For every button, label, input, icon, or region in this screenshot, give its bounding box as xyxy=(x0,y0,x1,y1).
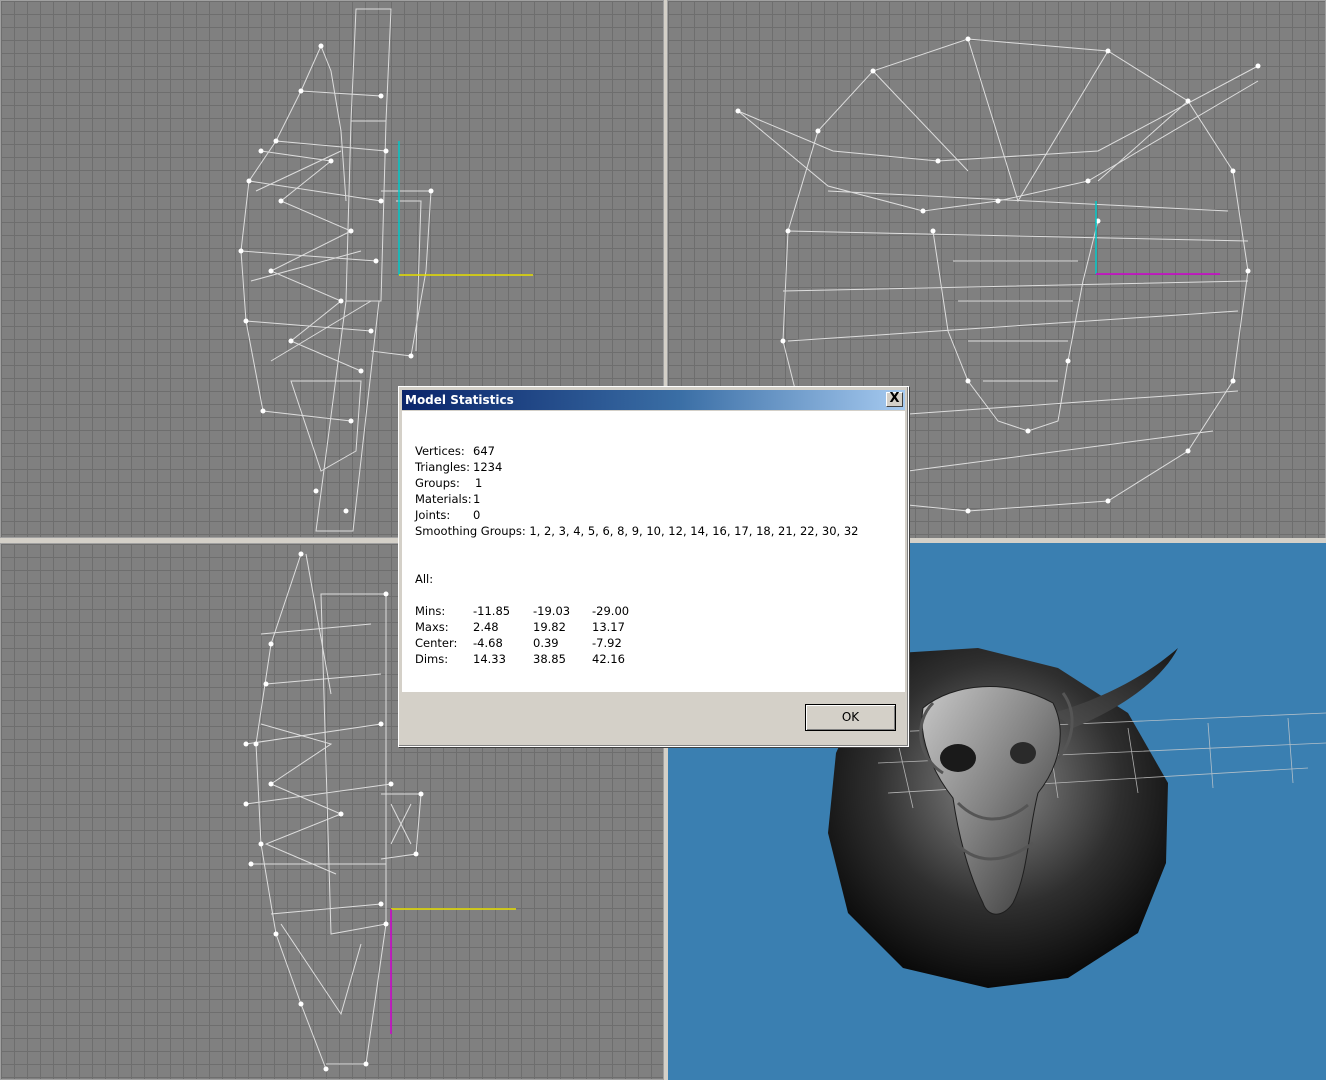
stat-triangles: Triangles: 1234 xyxy=(415,459,885,475)
stat-value: 1, 2, 3, 4, 5, 6, 8, 9, 10, 12, 14, 16, … xyxy=(529,524,859,538)
stat-label: Materials: xyxy=(415,492,472,506)
stat-x: -11.85 xyxy=(473,604,511,618)
stat-x: -4.68 xyxy=(473,636,503,650)
stats-panel: Vertices: 647 Triangles: 1234 Groups: 1 … xyxy=(415,443,885,667)
stat-label: Vertices: xyxy=(415,444,465,458)
stat-groups: Groups: 1 xyxy=(415,475,885,491)
close-icon[interactable]: X xyxy=(886,392,903,407)
stat-y: 0.39 xyxy=(533,636,559,650)
stat-label: Dims: xyxy=(415,652,449,666)
stat-z: 13.17 xyxy=(592,620,625,634)
section-label: All: xyxy=(415,572,434,586)
stat-z: -7.92 xyxy=(592,636,622,650)
dialog-title: Model Statistics xyxy=(405,393,514,407)
stat-y: -19.03 xyxy=(533,604,571,618)
stat-value: 1 xyxy=(473,492,481,506)
stat-mins: Mins: -11.85 -19.03 -29.00 xyxy=(415,603,885,619)
dialog-titlebar[interactable]: Model Statistics X xyxy=(402,390,905,410)
stat-vertices: Vertices: 647 xyxy=(415,443,885,459)
stat-z: 42.16 xyxy=(592,652,625,666)
stat-label: Triangles: xyxy=(415,460,471,474)
stat-value: 1234 xyxy=(473,460,503,474)
stat-materials: Materials: 1 xyxy=(415,491,885,507)
stat-joints: Joints: 0 xyxy=(415,507,885,523)
stat-smoothing-groups: Smoothing Groups: 1, 2, 3, 4, 5, 6, 8, 9… xyxy=(415,523,885,555)
stat-label: Joints: xyxy=(415,508,451,522)
stat-x: 14.33 xyxy=(473,652,506,666)
stat-value: 647 xyxy=(473,444,495,458)
stat-label: Groups: xyxy=(415,476,460,490)
model-statistics-dialog: Model Statistics X Vertices: 647 Triangl… xyxy=(398,386,909,747)
stat-label: Smoothing Groups: xyxy=(415,524,526,538)
stat-center: Center: -4.68 0.39 -7.92 xyxy=(415,635,885,651)
stat-value: 1 xyxy=(475,476,483,490)
stat-y: 19.82 xyxy=(533,620,566,634)
stat-value: 0 xyxy=(473,508,481,522)
stat-x: 2.48 xyxy=(473,620,499,634)
ok-button[interactable]: OK xyxy=(805,704,896,731)
stat-y: 38.85 xyxy=(533,652,566,666)
stat-label: Mins: xyxy=(415,604,446,618)
stat-label: Center: xyxy=(415,636,458,650)
stat-all-heading: All: xyxy=(415,571,885,587)
dialog-content: Vertices: 647 Triangles: 1234 Groups: 1 … xyxy=(402,411,905,692)
stat-dims: Dims: 14.33 38.85 42.16 xyxy=(415,651,885,667)
stat-z: -29.00 xyxy=(592,604,630,618)
stat-maxs: Maxs: 2.48 19.82 13.17 xyxy=(415,619,885,635)
stat-label: Maxs: xyxy=(415,620,449,634)
